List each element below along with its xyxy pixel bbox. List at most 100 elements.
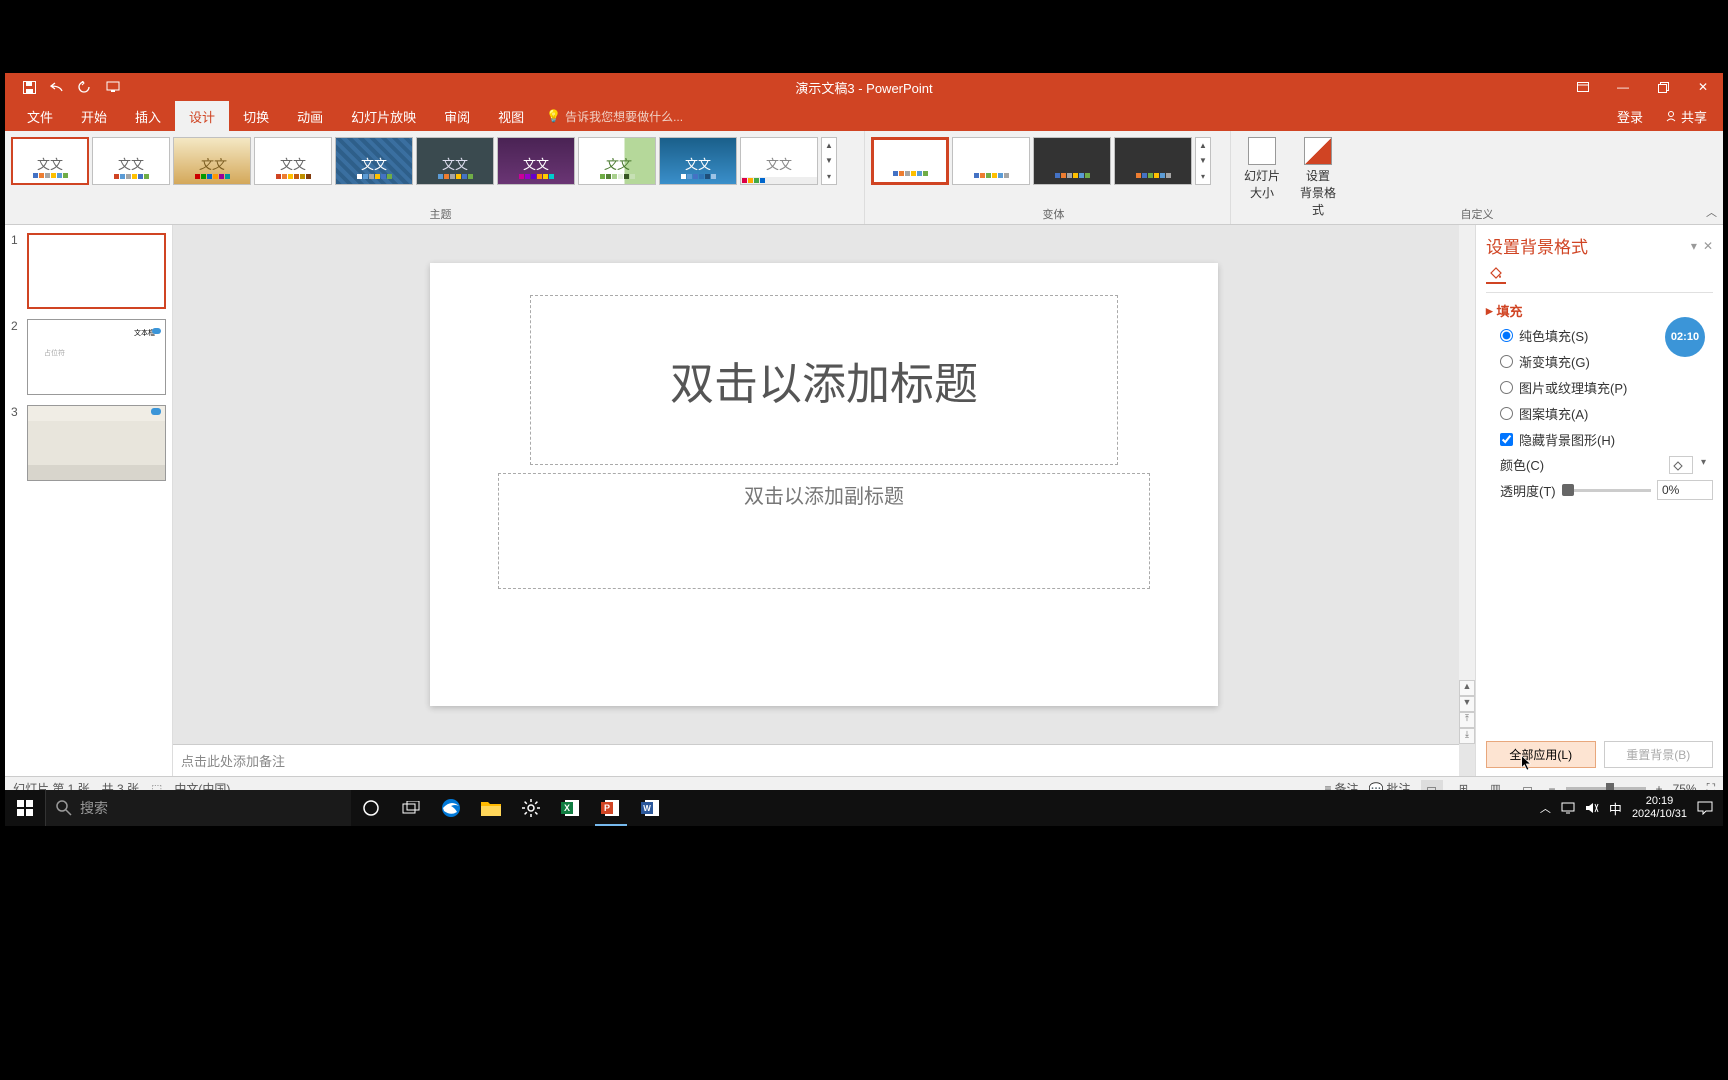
transparency-slider[interactable] bbox=[1562, 489, 1651, 492]
tab-design[interactable]: 设计 bbox=[175, 101, 229, 131]
next-slide-button[interactable]: ⤓ bbox=[1459, 728, 1475, 744]
scroll-down-button[interactable]: ▼ bbox=[1459, 696, 1475, 712]
apply-all-button[interactable]: 全部应用(L) bbox=[1486, 741, 1596, 768]
undo-button[interactable] bbox=[45, 76, 69, 98]
slide-canvas[interactable]: 双击以添加标题 双击以添加副标题 bbox=[430, 263, 1218, 706]
slide-editor: 双击以添加标题 双击以添加副标题 ▲ ▼ ⤒ ⤓ 点击此处添加备注 bbox=[173, 225, 1475, 776]
slide-thumbnail-1[interactable]: 1 bbox=[11, 233, 166, 309]
restore-button[interactable] bbox=[1643, 73, 1683, 101]
cursor-icon bbox=[1520, 754, 1534, 772]
tab-file[interactable]: 文件 bbox=[13, 101, 67, 131]
transparency-label: 透明度(T) bbox=[1500, 481, 1556, 500]
lightbulb-icon: 💡 bbox=[546, 109, 561, 123]
slide-thumbnail-2[interactable]: 2 文本框 占位符 bbox=[11, 319, 166, 395]
collapse-ribbon-button[interactable]: ︿ bbox=[1706, 204, 1717, 220]
share-button[interactable]: 共享 bbox=[1655, 101, 1717, 131]
taskbar-search[interactable]: 搜索 bbox=[45, 790, 351, 826]
cortana-button[interactable] bbox=[351, 790, 391, 826]
slide-thumbnail-3[interactable]: 3 bbox=[11, 405, 166, 481]
start-from-beginning-button[interactable] bbox=[101, 76, 125, 98]
editor-vertical-scrollbar[interactable]: ▲ ▼ ⤒ ⤓ bbox=[1459, 225, 1475, 744]
variants-group-label: 变体 bbox=[871, 206, 1236, 222]
task-view-button[interactable] bbox=[391, 790, 431, 826]
pane-title: 设置背景格式 bbox=[1486, 233, 1588, 258]
volume-icon[interactable] bbox=[1585, 802, 1599, 814]
svg-text:X: X bbox=[564, 803, 570, 813]
search-icon bbox=[56, 800, 72, 816]
tab-animations[interactable]: 动画 bbox=[283, 101, 337, 131]
subtitle-placeholder[interactable]: 双击以添加副标题 bbox=[498, 473, 1150, 589]
tab-home[interactable]: 开始 bbox=[67, 101, 121, 131]
theme-item[interactable]: 文文 bbox=[497, 137, 575, 185]
ribbon-display-options[interactable] bbox=[1563, 73, 1603, 101]
variant-item[interactable] bbox=[1114, 137, 1192, 185]
minimize-button[interactable]: — bbox=[1603, 73, 1643, 101]
svg-text:P: P bbox=[604, 803, 610, 813]
theme-office[interactable]: 文文 bbox=[11, 137, 89, 185]
settings-icon[interactable] bbox=[511, 790, 551, 826]
slides-panel[interactable]: 1 2 文本框 占位符 3 bbox=[5, 225, 173, 776]
timer-badge: 02:10 bbox=[1665, 317, 1705, 357]
share-icon bbox=[1665, 110, 1677, 122]
tab-review[interactable]: 审阅 bbox=[430, 101, 484, 131]
pane-close-button[interactable]: ✕ bbox=[1703, 239, 1713, 253]
themes-group: 文文 文文 文文 文文 文文 文文 文文 文文 文文 文文 ▲▼▾ 主题 bbox=[5, 131, 865, 224]
fill-color-picker[interactable] bbox=[1669, 456, 1693, 474]
tab-slideshow[interactable]: 幻灯片放映 bbox=[337, 101, 430, 131]
expand-icon: ▸ bbox=[1486, 303, 1493, 319]
ribbon-tabs: 文件 开始 插入 设计 切换 动画 幻灯片放映 审阅 视图 💡 告诉我您想要做什… bbox=[5, 101, 1723, 131]
window-title: 演示文稿3 - PowerPoint bbox=[795, 78, 932, 97]
tab-view[interactable]: 视图 bbox=[484, 101, 538, 131]
theme-item[interactable]: 文文 bbox=[416, 137, 494, 185]
variants-group: ▲▼▾ 变体 bbox=[865, 131, 1231, 224]
action-center-icon[interactable] bbox=[1697, 801, 1713, 815]
tray-expand-icon[interactable]: ︿ bbox=[1540, 800, 1551, 816]
fill-tab-icon[interactable] bbox=[1486, 264, 1506, 284]
tab-insert[interactable]: 插入 bbox=[121, 101, 175, 131]
save-button[interactable] bbox=[17, 76, 41, 98]
theme-item[interactable]: 文文 bbox=[254, 137, 332, 185]
start-button[interactable] bbox=[5, 790, 45, 826]
word-icon[interactable]: W bbox=[631, 790, 671, 826]
svg-text:W: W bbox=[643, 804, 651, 813]
pane-menu-button[interactable]: ▾ bbox=[1691, 239, 1697, 253]
picture-fill-radio[interactable]: 图片或纹理填充(P) bbox=[1500, 378, 1713, 397]
redo-button[interactable] bbox=[73, 76, 97, 98]
ribbon-content: 文文 文文 文文 文文 文文 文文 文文 文文 文文 文文 ▲▼▾ 主题 ▲▼▾ bbox=[5, 131, 1723, 225]
themes-more-button[interactable]: ▲▼▾ bbox=[821, 137, 837, 185]
theme-item[interactable]: 文文 bbox=[659, 137, 737, 185]
customize-group: 幻灯片 大小 设置 背景格式 自定义 bbox=[1231, 131, 1723, 224]
theme-item[interactable]: 文文 bbox=[578, 137, 656, 185]
powerpoint-icon[interactable]: P bbox=[591, 790, 631, 826]
tab-transitions[interactable]: 切换 bbox=[229, 101, 283, 131]
edge-icon[interactable] bbox=[431, 790, 471, 826]
login-button[interactable]: 登录 bbox=[1607, 101, 1653, 131]
variant-item[interactable] bbox=[952, 137, 1030, 185]
close-button[interactable]: ✕ bbox=[1683, 73, 1723, 101]
theme-item[interactable]: 文文 bbox=[92, 137, 170, 185]
clock[interactable]: 20:19 2024/10/31 bbox=[1632, 795, 1687, 821]
titlebar: 演示文稿3 - PowerPoint — ✕ bbox=[5, 73, 1723, 101]
variant-item[interactable] bbox=[871, 137, 949, 185]
network-icon[interactable] bbox=[1561, 802, 1575, 814]
slide-size-icon bbox=[1248, 137, 1276, 165]
excel-icon[interactable]: X bbox=[551, 790, 591, 826]
ime-indicator[interactable]: 中 bbox=[1609, 799, 1622, 818]
variant-item[interactable] bbox=[1033, 137, 1111, 185]
customize-group-label: 自定义 bbox=[1231, 206, 1723, 222]
theme-item[interactable]: 文文 bbox=[173, 137, 251, 185]
reset-background-button[interactable]: 重置背景(B) bbox=[1604, 741, 1714, 768]
scroll-up-button[interactable]: ▲ bbox=[1459, 680, 1475, 696]
transparency-input[interactable]: 0% bbox=[1657, 480, 1713, 500]
title-placeholder[interactable]: 双击以添加标题 bbox=[530, 295, 1118, 465]
notes-pane[interactable]: 点击此处添加备注 bbox=[173, 744, 1459, 776]
pattern-fill-radio[interactable]: 图案填充(A) bbox=[1500, 404, 1713, 423]
prev-slide-button[interactable]: ⤒ bbox=[1459, 712, 1475, 728]
tell-me-search[interactable]: 💡 告诉我您想要做什么... bbox=[546, 101, 683, 131]
format-bg-icon bbox=[1304, 137, 1332, 165]
theme-item[interactable]: 文文 bbox=[740, 137, 818, 185]
file-explorer-icon[interactable] bbox=[471, 790, 511, 826]
variants-more-button[interactable]: ▲▼▾ bbox=[1195, 137, 1211, 185]
hide-bg-graphics-checkbox[interactable]: 隐藏背景图形(H) bbox=[1500, 430, 1713, 449]
theme-item[interactable]: 文文 bbox=[335, 137, 413, 185]
